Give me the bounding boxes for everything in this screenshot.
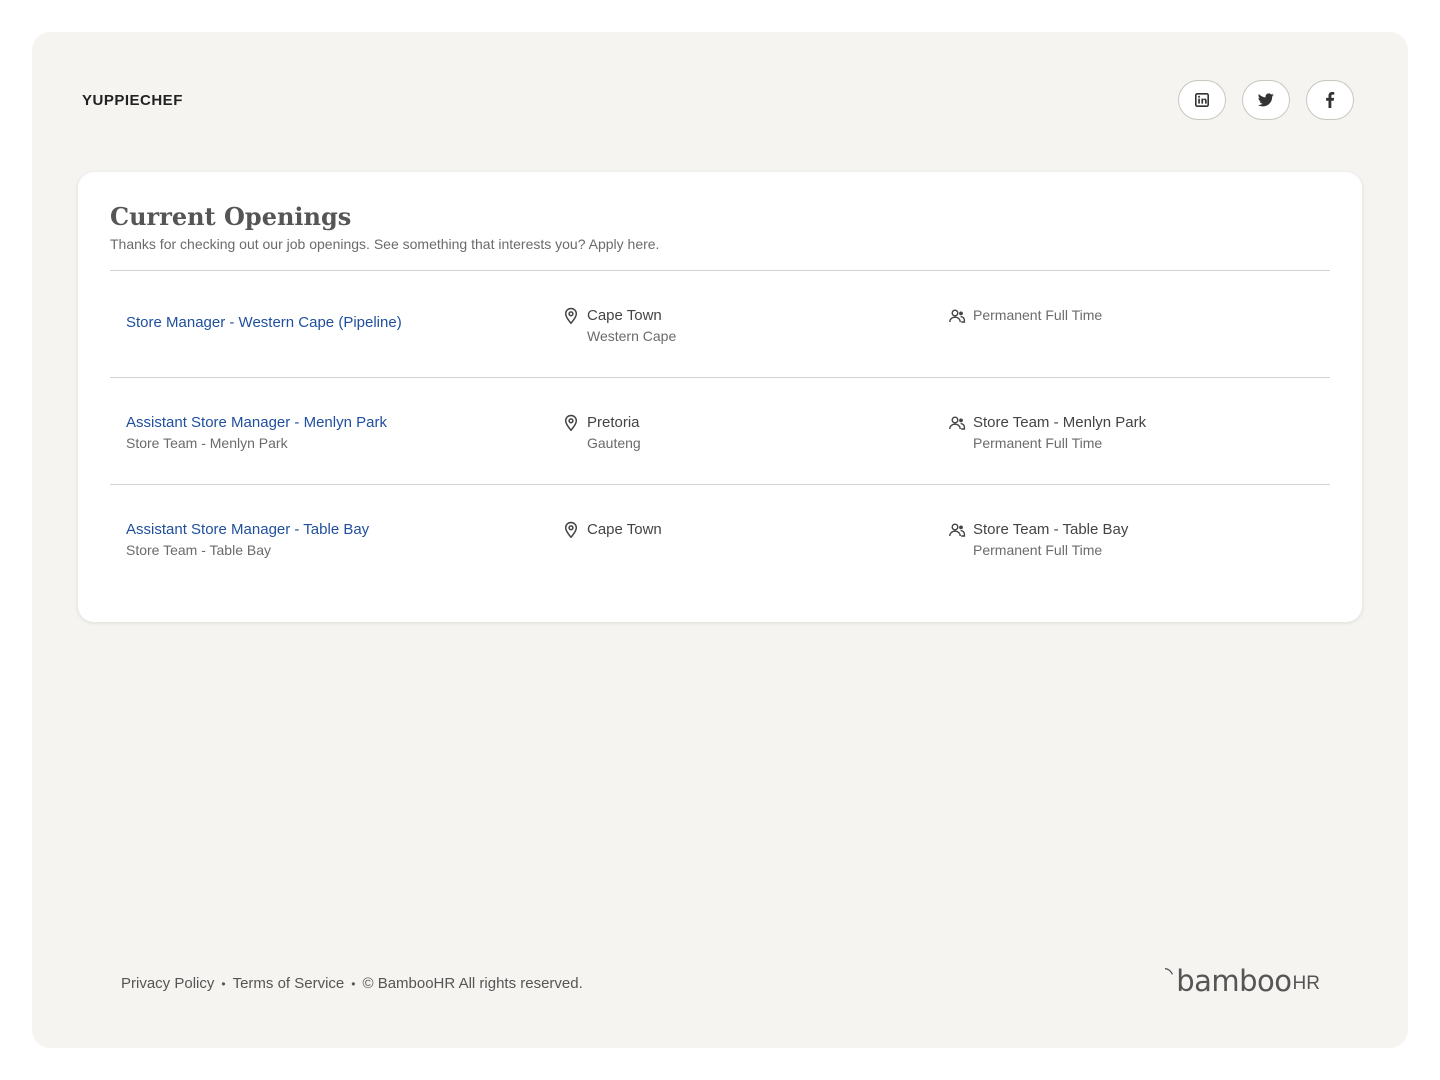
job-city: Pretoria (587, 414, 640, 431)
job-title-column: Store Manager - Western Cape (Pipeline) (126, 312, 402, 333)
job-region: Western Cape (587, 328, 677, 344)
job-location: Cape Town (562, 519, 662, 540)
job-employment: Store Team - Menlyn Park Permanent Full … (948, 412, 1146, 454)
page-frame: YUPPIECHEF Current Openings Thanks for c… (32, 32, 1408, 1048)
job-title-column: Assistant Store Manager - Menlyn Park St… (126, 412, 387, 454)
footer-links: Privacy Policy • Terms of Service • © Ba… (121, 975, 583, 992)
job-employment-type: Permanent Full Time (973, 435, 1103, 451)
header: YUPPIECHEF (82, 80, 1354, 122)
twitter-icon (1258, 93, 1274, 107)
social-links (1178, 80, 1354, 120)
job-employment: Store Team - Table Bay Permanent Full Ti… (948, 519, 1128, 561)
facebook-button[interactable] (1306, 80, 1354, 120)
twitter-button[interactable] (1242, 80, 1290, 120)
linkedin-button[interactable] (1178, 80, 1226, 120)
job-employment-type: Permanent Full Time (973, 542, 1103, 558)
footer-separator: • (221, 976, 226, 991)
people-icon (949, 523, 966, 537)
job-row: Assistant Store Manager - Menlyn Park St… (110, 377, 1330, 484)
job-team: Store Team - Table Bay (973, 521, 1129, 538)
map-pin-icon (564, 521, 578, 539)
page-title: Current Openings (110, 202, 352, 231)
copyright-text: © BambooHR All rights reserved. (362, 975, 583, 992)
bamboohr-logo-word: bamboo (1176, 964, 1292, 998)
people-icon (949, 416, 966, 430)
footer-separator: • (351, 976, 356, 991)
linkedin-icon (1195, 93, 1209, 107)
job-team: Store Team - Menlyn Park (973, 414, 1147, 431)
people-icon (949, 309, 966, 323)
page-subtitle: Thanks for checking out our job openings… (110, 236, 660, 252)
privacy-policy-link[interactable]: Privacy Policy (121, 975, 214, 992)
company-logo[interactable]: YUPPIECHEF (82, 92, 183, 109)
terms-of-service-link[interactable]: Terms of Service (233, 975, 345, 992)
job-employment-type: Permanent Full Time (973, 307, 1103, 323)
job-location: Cape Town Western Cape (562, 305, 676, 347)
bamboohr-logo-suffix: HR (1292, 973, 1320, 994)
job-list: Store Manager - Western Cape (Pipeline) … (110, 270, 1330, 591)
map-pin-icon (564, 414, 578, 432)
job-title-column: Assistant Store Manager - Table Bay Stor… (126, 519, 369, 561)
job-location: Pretoria Gauteng (562, 412, 641, 454)
job-row: Assistant Store Manager - Table Bay Stor… (110, 484, 1330, 591)
job-region: Gauteng (587, 435, 641, 451)
job-department: Store Team - Table Bay (126, 542, 272, 558)
job-title-link[interactable]: Store Manager - Western Cape (Pipeline) (126, 312, 402, 333)
job-employment: Permanent Full Time (948, 305, 1102, 326)
job-title-link[interactable]: Assistant Store Manager - Menlyn Park (126, 412, 387, 433)
openings-card: Current Openings Thanks for checking out… (78, 172, 1362, 622)
job-city: Cape Town (587, 307, 662, 324)
bamboohr-logo[interactable]: bamboo HR (1164, 966, 1320, 996)
map-pin-icon (564, 307, 578, 325)
job-department: Store Team - Menlyn Park (126, 435, 288, 451)
footer: Privacy Policy • Terms of Service • © Ba… (121, 966, 1320, 1002)
job-city: Cape Town (587, 521, 662, 538)
facebook-icon (1326, 92, 1335, 108)
job-row: Store Manager - Western Cape (Pipeline) … (110, 270, 1330, 377)
job-title-link[interactable]: Assistant Store Manager - Table Bay (126, 519, 369, 540)
